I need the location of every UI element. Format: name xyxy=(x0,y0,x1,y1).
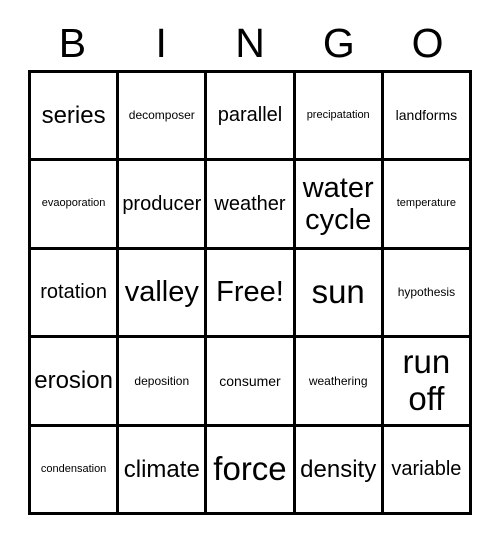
bingo-cell-n5[interactable]: force xyxy=(207,426,296,515)
bingo-cell-label: weathering xyxy=(308,373,368,388)
bingo-cell-b2[interactable]: evaoporation xyxy=(31,161,120,250)
bingo-cell-label: weather xyxy=(214,192,286,215)
bingo-cell-label: precipatation xyxy=(306,108,370,121)
bingo-cell-label: evaoporation xyxy=(41,197,106,210)
bingo-cell-n3[interactable]: Free! xyxy=(207,249,296,339)
bingo-header-row: B I N G O xyxy=(28,18,472,68)
bingo-cell-g1[interactable]: precipatation xyxy=(295,73,384,162)
bingo-cell-label: hypothesis xyxy=(397,285,456,300)
bingo-cell-b3[interactable]: rotation xyxy=(31,249,120,339)
bingo-header-letter-g: G xyxy=(322,19,355,66)
bingo-cell-o4[interactable]: run off xyxy=(383,338,472,427)
bingo-cell-b1[interactable]: series xyxy=(31,73,120,162)
bingo-card: B I N G O series decomposer parallel precip… xyxy=(0,0,501,544)
bingo-cell-label: water cycle xyxy=(302,171,374,237)
bingo-cell-i1[interactable]: decomposer xyxy=(119,73,208,162)
bingo-cell-label: producer xyxy=(122,192,202,215)
bingo-cell-label: consumer xyxy=(219,372,281,389)
bingo-cell-label: density xyxy=(300,455,377,483)
bingo-cell-i4[interactable]: deposition xyxy=(119,338,208,427)
bingo-cell-label: variable xyxy=(391,457,462,480)
bingo-cell-label: run off xyxy=(402,342,451,417)
bingo-cell-i5[interactable]: climate xyxy=(119,426,208,515)
bingo-cell-o1[interactable]: landforms xyxy=(383,73,472,162)
bingo-cell-label: erosion xyxy=(34,367,113,395)
bingo-cell-n1[interactable]: parallel xyxy=(207,73,296,162)
bingo-cell-g2[interactable]: water cycle xyxy=(295,161,384,250)
bingo-cell-label: climate xyxy=(123,455,200,483)
bingo-cell-label: parallel xyxy=(217,104,283,127)
bingo-header-letter-n: N xyxy=(235,19,265,66)
bingo-cell-label: sun xyxy=(311,273,365,311)
bingo-cell-i3[interactable]: valley xyxy=(119,249,208,339)
bingo-cell-label: decomposer xyxy=(128,108,195,123)
bingo-cell-b5[interactable]: condensation xyxy=(31,426,120,515)
bingo-cell-label: temperature xyxy=(396,197,457,210)
bingo-cell-label: series xyxy=(41,102,106,130)
bingo-cell-n2[interactable]: weather xyxy=(207,161,296,250)
bingo-cell-label: Free! xyxy=(216,276,284,309)
bingo-cell-g5[interactable]: density xyxy=(295,426,384,515)
bingo-cell-label: rotation xyxy=(40,280,107,303)
bingo-header-letter-i: I xyxy=(155,19,167,66)
bingo-cell-g3[interactable]: sun xyxy=(295,249,384,339)
bingo-cell-label: valley xyxy=(124,276,199,309)
bingo-cell-i2[interactable]: producer xyxy=(119,161,208,250)
bingo-cell-o3[interactable]: hypothesis xyxy=(383,249,472,339)
bingo-header-letter-o: O xyxy=(411,19,444,66)
bingo-cell-o2[interactable]: temperature xyxy=(383,161,472,250)
bingo-cell-label: condensation xyxy=(40,462,107,475)
bingo-cell-label: deposition xyxy=(134,373,190,388)
bingo-cell-label: force xyxy=(213,449,287,487)
bingo-cell-n4[interactable]: consumer xyxy=(207,338,296,427)
bingo-cell-label: landforms xyxy=(395,107,458,124)
bingo-cell-o5[interactable]: variable xyxy=(383,426,472,515)
bingo-header-letter-b: B xyxy=(58,19,87,66)
bingo-cell-b4[interactable]: erosion xyxy=(31,338,120,427)
bingo-cell-g4[interactable]: weathering xyxy=(295,338,384,427)
bingo-grid: series decomposer parallel precipatation lan… xyxy=(28,70,472,515)
